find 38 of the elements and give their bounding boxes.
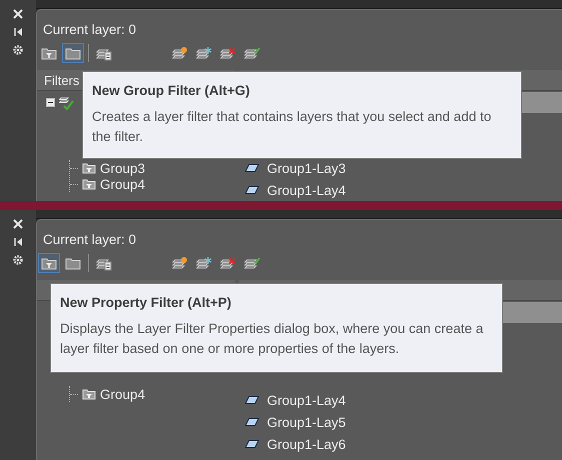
layer-row[interactable]: Group1-Lay6 bbox=[239, 433, 562, 455]
tree-item[interactable]: Group4 bbox=[100, 386, 146, 402]
collapse-toggle[interactable] bbox=[46, 98, 55, 106]
layer-icon bbox=[245, 396, 259, 404]
toolbar-button[interactable] bbox=[38, 253, 60, 273]
layer-icon bbox=[245, 164, 259, 172]
layer-row[interactable]: Group1-Lay5 bbox=[239, 411, 562, 433]
layers-delete-icon bbox=[220, 45, 236, 61]
layers-snowflake-icon bbox=[196, 45, 212, 61]
settings-icon[interactable] bbox=[11, 43, 25, 57]
layer-row[interactable]: Group1-Lay3 bbox=[239, 157, 562, 179]
filter-folder-icon bbox=[82, 178, 96, 190]
tooltip-title: New Group Filter (Alt+G) bbox=[92, 83, 251, 98]
layer-row[interactable]: Group1-Lay4 bbox=[239, 389, 562, 411]
layer-row[interactable]: Group1-Lay4 bbox=[239, 179, 562, 201]
tree-item[interactable]: Group3 bbox=[100, 160, 146, 176]
filter-folder-icon bbox=[82, 388, 96, 400]
layers-snowflake-icon bbox=[196, 255, 212, 271]
tree-item[interactable]: Group4 bbox=[100, 176, 146, 192]
layers-check-icon bbox=[244, 45, 260, 61]
filters-label: Filters bbox=[43, 72, 80, 88]
layer-icon bbox=[245, 440, 259, 448]
layers-star-icon bbox=[172, 45, 188, 61]
settings-icon[interactable] bbox=[11, 253, 25, 267]
layers-check-icon bbox=[244, 255, 260, 271]
tooltip-description: Displays the Layer Filter Properties dialog box, where you can create a layer filter based on one or more properties of the layers. bbox=[60, 320, 484, 358]
close-icon[interactable] bbox=[11, 7, 25, 21]
tooltip-title: New Property Filter (Alt+P) bbox=[60, 295, 232, 310]
close-icon[interactable] bbox=[11, 217, 25, 231]
toolbar-button[interactable] bbox=[62, 43, 84, 63]
layers-delete-icon bbox=[220, 255, 236, 271]
tooltip-description: Creates a layer filter that contains layers that you select and add to the filter. bbox=[92, 108, 492, 146]
layer-icon bbox=[245, 186, 259, 194]
current-layer-label: Current layer: 0 bbox=[42, 21, 138, 38]
layer-icon bbox=[245, 418, 259, 426]
layers-star-icon bbox=[172, 255, 188, 271]
current-layer-label: Current layer: 0 bbox=[42, 231, 138, 248]
filter-folder-icon bbox=[82, 162, 96, 174]
